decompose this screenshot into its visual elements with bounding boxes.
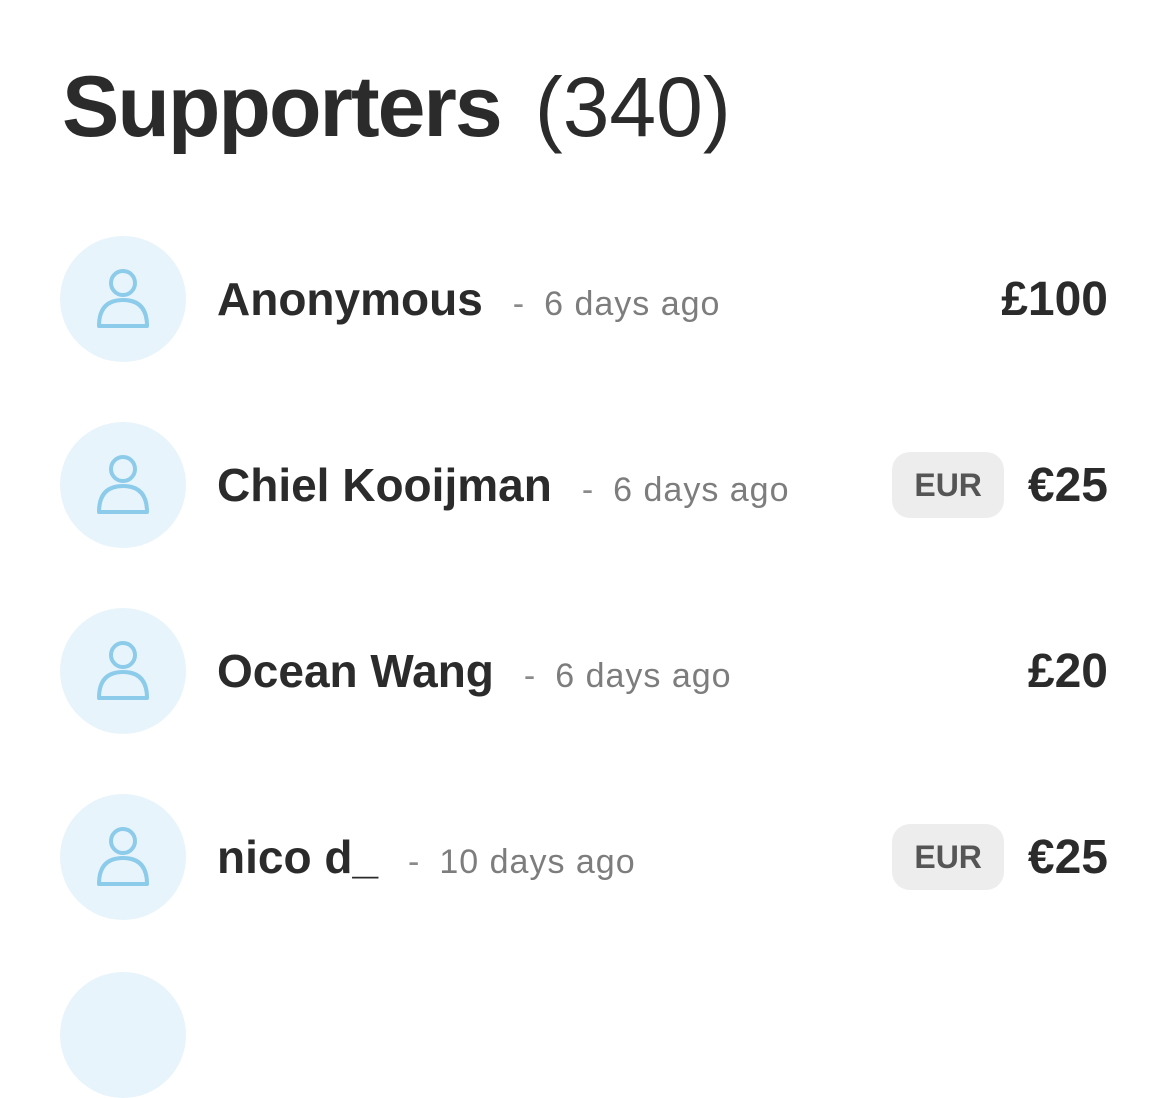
avatar: [60, 236, 186, 362]
supporter-name: nico d_: [217, 831, 379, 883]
currency-badge: EUR: [892, 452, 1004, 518]
avatar: [60, 972, 186, 1098]
supporter-info: Ocean Wang - 6 days ago: [217, 644, 732, 698]
supporter-row[interactable]: Anonymous - 6 days ago £100: [0, 234, 1170, 364]
donation-amount: €25: [1027, 830, 1108, 884]
supporter-row[interactable]: Chiel Kooijman - 6 days ago EUR €25: [0, 420, 1170, 550]
currency-badge: EUR: [892, 824, 1004, 890]
donation-amount-group: EUR €25: [892, 824, 1108, 890]
supporters-list: Anonymous - 6 days ago £100 Chiel Kooijm…: [0, 0, 1170, 1098]
supporter-name: Chiel Kooijman: [217, 459, 552, 511]
supporter-time: 6 days ago: [544, 285, 721, 323]
donation-amount: €25: [1027, 458, 1108, 512]
supporter-row[interactable]: Ocean Wang - 6 days ago £20: [0, 606, 1170, 736]
separator: -: [512, 285, 525, 323]
donation-amount-group: EUR €25: [892, 452, 1108, 518]
person-icon: [97, 455, 149, 514]
avatar: [60, 422, 186, 548]
avatar: [60, 608, 186, 734]
separator: -: [408, 843, 420, 881]
supporter-name: Ocean Wang: [217, 645, 494, 697]
separator: -: [523, 657, 536, 695]
supporter-name: Anonymous: [217, 273, 483, 325]
donation-amount: £20: [1027, 644, 1108, 698]
supporter-time: 10 days ago: [439, 843, 636, 881]
separator: -: [581, 471, 594, 509]
supporter-row[interactable]: nico d_ - 10 days ago EUR €25: [0, 792, 1170, 922]
supporter-time: 6 days ago: [555, 657, 732, 695]
person-icon: [97, 641, 149, 700]
supporter-info: Chiel Kooijman - 6 days ago: [217, 458, 790, 512]
avatar: [60, 794, 186, 920]
donation-amount-group: £100: [1001, 272, 1108, 327]
supporter-time: 6 days ago: [613, 471, 790, 509]
supporter-info: nico d_ - 10 days ago: [217, 830, 636, 884]
donation-amount-group: £20: [1028, 644, 1108, 699]
person-icon: [97, 269, 149, 328]
person-icon: [97, 827, 149, 886]
supporter-info: Anonymous - 6 days ago: [217, 272, 720, 326]
donation-amount: £100: [1001, 272, 1108, 326]
